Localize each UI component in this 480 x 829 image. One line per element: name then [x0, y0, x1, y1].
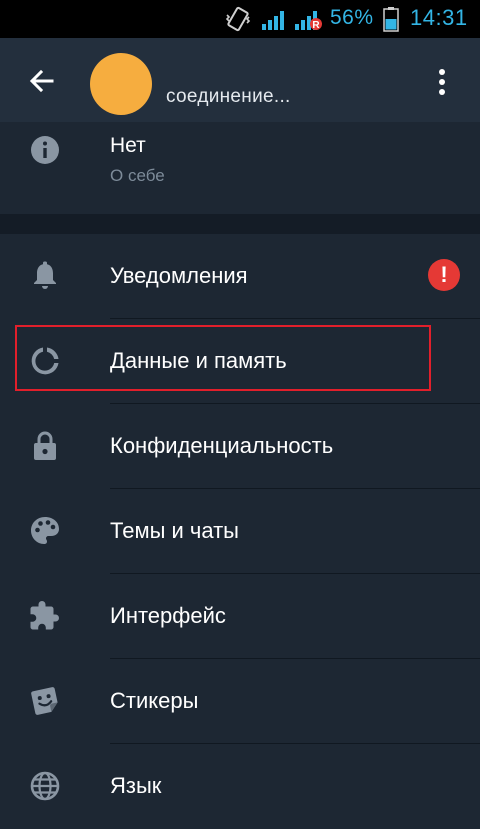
settings-item-label: Уведомления [110, 263, 248, 288]
settings-item-label: Стикеры [110, 688, 199, 713]
highlight-box [15, 325, 431, 391]
avatar[interactable] [90, 53, 152, 115]
settings-item-label: Конфиденциальность [110, 433, 334, 458]
svg-text:R: R [312, 20, 320, 30]
settings-item-notifications[interactable]: Уведомления ! [0, 234, 480, 319]
alert-badge: ! [428, 259, 460, 291]
bell-icon [34, 261, 56, 289]
bio-label: О себе [110, 166, 165, 185]
settings-item-privacy[interactable]: Конфиденциальность [0, 404, 480, 489]
settings-item-label: Темы и чаты [110, 518, 239, 543]
settings-item-interface[interactable]: Интерфейс [0, 574, 480, 659]
more-vert-icon[interactable] [430, 64, 454, 100]
globe-icon [30, 771, 60, 801]
back-arrow-icon[interactable] [22, 62, 62, 102]
sticker-icon [31, 687, 58, 715]
battery-icon [383, 7, 399, 32]
vibrate-icon [225, 6, 251, 32]
signal-icon [262, 11, 284, 30]
puzzle-icon [30, 601, 59, 630]
section-divider [0, 214, 480, 234]
settings-item-label: Язык [110, 773, 162, 798]
clock: 14:31 [410, 5, 468, 30]
connection-status: соединение... [166, 86, 291, 107]
palette-icon [31, 517, 59, 544]
settings-item-themes[interactable]: Темы и чаты [0, 489, 480, 574]
signal-roaming-icon: R [295, 11, 322, 30]
lock-icon [34, 431, 56, 460]
settings-item-language[interactable]: Язык [0, 744, 480, 829]
bio-value: Нет [110, 134, 146, 157]
settings-item-stickers[interactable]: Стикеры [0, 659, 480, 744]
info-icon [31, 136, 59, 164]
status-bar: R 56% 14:31 [0, 0, 480, 38]
settings-list: Уведомления ! Данные и память Конфиденци… [0, 234, 480, 801]
battery-percent: 56% [330, 6, 374, 29]
settings-item-label: Интерфейс [110, 603, 226, 628]
bio-section[interactable]: Нет О себе [0, 122, 480, 214]
app-bar: соединение... [0, 38, 480, 122]
